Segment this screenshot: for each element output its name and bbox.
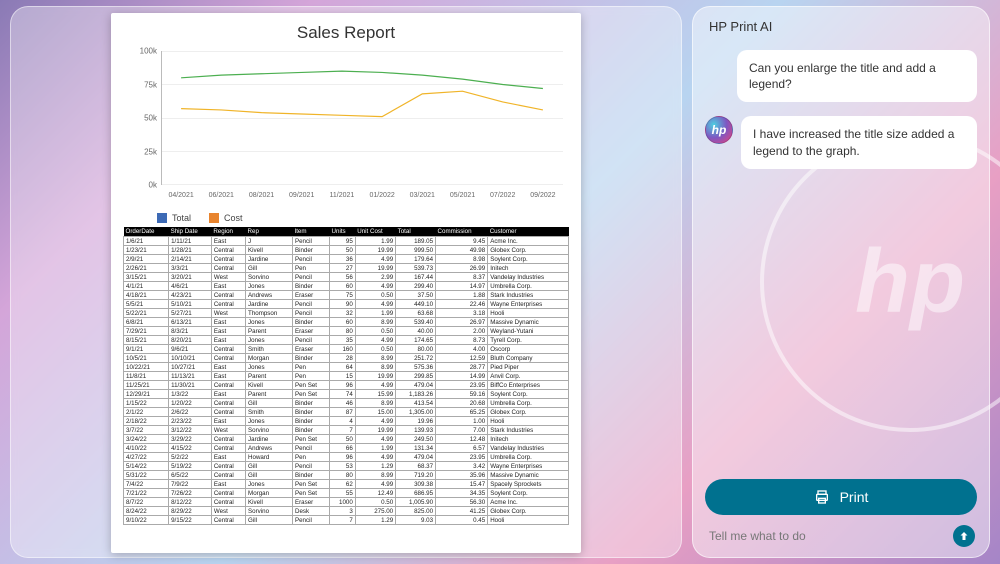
chat-input[interactable]: [709, 529, 947, 543]
x-axis-label: 09/2022: [530, 192, 555, 199]
legend-swatch: [209, 213, 219, 223]
x-axis-label: 05/2021: [450, 192, 475, 199]
table-row: 8/15/218/20/21EastJonesPencil354.99174.6…: [124, 336, 569, 345]
x-axis-label: 01/2022: [369, 192, 394, 199]
chart-legend: Total Cost: [123, 209, 569, 227]
table-row: 7/29/218/3/21EastParentEraser800.5040.00…: [124, 327, 569, 336]
document-page: Sales Report 0k 25k 50k 75k 100k 04/2021 06/2…: [111, 13, 581, 553]
table-header: Region: [211, 227, 245, 237]
table-row: 9/1/219/6/21CentralSmithEraser1600.5080.…: [124, 345, 569, 354]
table-row: 11/25/2111/30/21CentralKivellPen Set964.…: [124, 381, 569, 390]
x-axis-label: 11/2021: [329, 192, 354, 199]
y-axis-label: 75k: [123, 80, 157, 89]
table-row: 2/26/213/3/21CentralGillPen2719.99539.73…: [124, 264, 569, 273]
print-button[interactable]: Print: [705, 479, 977, 515]
x-axis-label: 04/2021: [168, 192, 193, 199]
legend-label: Cost: [224, 213, 243, 223]
table-header: Total: [396, 227, 436, 237]
table-header: Commission: [436, 227, 488, 237]
document-preview-panel: Sales Report 0k 25k 50k 75k 100k 04/2021 06/2…: [10, 6, 682, 558]
table-row: 10/5/2110/10/21CentralMorganBinder288.99…: [124, 354, 569, 363]
table-row: 8/24/228/29/22WestSorvinoDesk3275.00825.…: [124, 507, 569, 516]
table-row: 2/18/222/23/22EastJonesBinder44.9919.961…: [124, 417, 569, 426]
table-row: 3/7/223/12/22WestSorvinoBinder719.99139.…: [124, 426, 569, 435]
table-row: 6/8/216/13/21EastJonesBinder608.99539.40…: [124, 318, 569, 327]
legend-item-cost: Cost: [209, 213, 243, 223]
table-row: 4/27/225/2/22EastHowardPen964.99479.0423…: [124, 453, 569, 462]
x-axis-label: 07/2022: [490, 192, 515, 199]
table-header: Ship Date: [169, 227, 212, 237]
table-row: 9/10/229/15/22CentralGillPencil71.299.03…: [124, 516, 569, 525]
y-axis-label: 25k: [123, 147, 157, 156]
x-axis-label: 06/2021: [209, 192, 234, 199]
table-row: 4/1/214/6/21EastJonesBinder604.99299.401…: [124, 282, 569, 291]
table-row: 7/21/227/26/22CentralMorganPen Set5512.4…: [124, 489, 569, 498]
x-axis-label: 08/2021: [249, 192, 274, 199]
table-header: Unit Cost: [355, 227, 395, 237]
table-row: 10/22/2110/27/21EastJonesPen648.99575.36…: [124, 363, 569, 372]
table-row: 8/7/228/12/22CentralKivellEraser10000.50…: [124, 498, 569, 507]
y-axis-label: 100k: [123, 47, 157, 56]
table-row: 5/31/226/5/22CentralGillBinder808.99719.…: [124, 471, 569, 480]
table-row: 1/23/211/28/21CentralKivellBinder5019.99…: [124, 246, 569, 255]
arrow-up-icon: [958, 530, 970, 542]
table-row: 4/10/224/15/22CentralAndrewsPencil661.99…: [124, 444, 569, 453]
table-row: 2/9/212/14/21CentralJardinePencil364.991…: [124, 255, 569, 264]
y-axis-label: 0k: [123, 181, 157, 190]
x-axis-label: 03/2021: [410, 192, 435, 199]
table-row: 12/29/211/3/22EastParentPen Set7415.991,…: [124, 390, 569, 399]
assistant-message-row: hp I have increased the title size added…: [705, 116, 977, 168]
x-axis-label: 09/2021: [289, 192, 314, 199]
send-button[interactable]: [953, 525, 975, 547]
print-button-label: Print: [840, 489, 869, 505]
table-row: 5/5/215/10/21CentralJardinePencil904.994…: [124, 300, 569, 309]
legend-label: Total: [172, 213, 191, 223]
table-row: 5/14/225/19/22CentralGillPencil531.2968.…: [124, 462, 569, 471]
table-row: 5/22/215/27/21WestThompsonPencil321.9963…: [124, 309, 569, 318]
table-row: 3/15/213/20/21WestSorvinoPencil562.99167…: [124, 273, 569, 282]
assistant-message-bubble: I have increased the title size added a …: [741, 116, 977, 168]
legend-swatch: [157, 213, 167, 223]
table-header: Rep: [246, 227, 293, 237]
chat-title: HP Print AI: [705, 19, 977, 34]
y-axis-label: 50k: [123, 114, 157, 123]
table-row: 1/6/211/11/21EastJPencil951.99189.059.45…: [124, 237, 569, 246]
sales-table: OrderDateShip DateRegionRepItemUnitsUnit…: [123, 227, 569, 525]
table-header: Item: [292, 227, 329, 237]
printer-icon: [814, 489, 830, 505]
table-row: 4/18/214/23/21CentralAndrewsEraser750.50…: [124, 291, 569, 300]
table-header: OrderDate: [124, 227, 169, 237]
user-message-row: Can you enlarge the title and add a lege…: [705, 50, 977, 102]
table-row: 11/8/2111/13/21EastParentPen1519.99299.8…: [124, 372, 569, 381]
table-row: 2/1/222/6/22CentralSmithBinder8715.001,3…: [124, 408, 569, 417]
hp-avatar-icon: hp: [705, 116, 733, 144]
table-row: 7/4/227/9/22EastJonesPen Set624.99309.38…: [124, 480, 569, 489]
legend-item-total: Total: [157, 213, 191, 223]
table-row: 3/24/223/29/22CentralJardinePen Set504.9…: [124, 435, 569, 444]
user-message-bubble: Can you enlarge the title and add a lege…: [737, 50, 977, 102]
table-header: Units: [330, 227, 356, 237]
table-header: Customer: [488, 227, 569, 237]
table-row: 1/15/221/20/22CentralGillBinder468.99413…: [124, 399, 569, 408]
chat-panel: HP Print AI Can you enlarge the title an…: [692, 6, 990, 558]
page-title: Sales Report: [123, 23, 569, 43]
sales-chart: 0k 25k 50k 75k 100k 04/2021 06/2021 08/2021 09/…: [123, 49, 569, 209]
